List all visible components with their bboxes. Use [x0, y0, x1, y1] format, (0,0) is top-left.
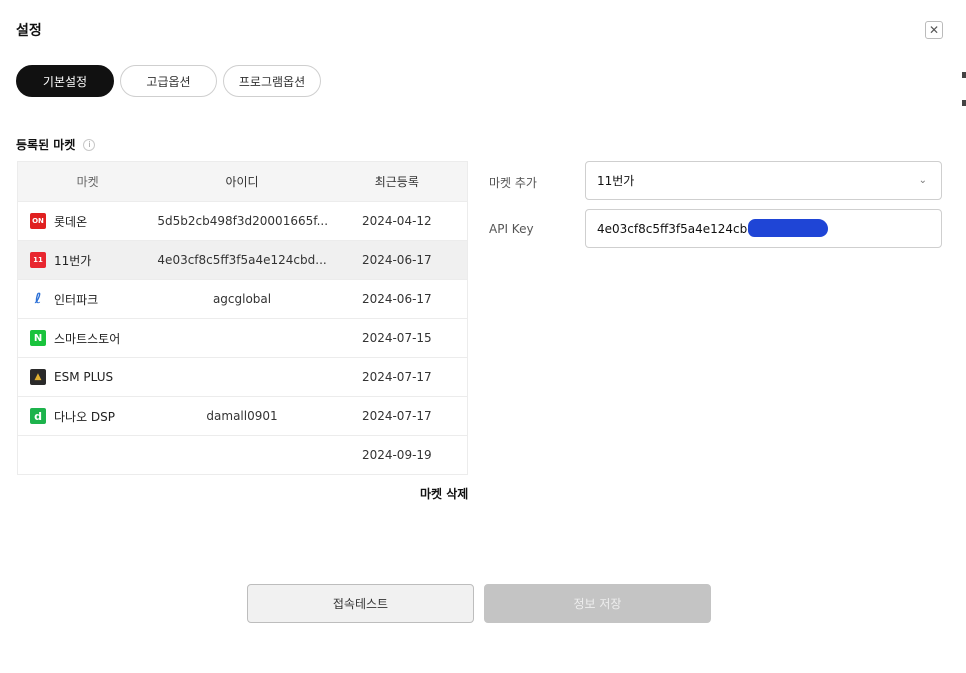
info-icon[interactable]: i [83, 138, 96, 151]
add-market-value: 11번가 [597, 174, 635, 188]
market-name: 다나오 DSP [54, 409, 116, 424]
market-name: ESM PLUS [54, 370, 114, 384]
delete-market-button[interactable]: 마켓 삭제 [420, 485, 468, 502]
chevron-down-icon: ⌄ [918, 175, 927, 186]
danawa-logo-icon: d [30, 408, 46, 424]
table-header: 마켓 아이디 최근등록 [18, 162, 467, 201]
market-id: 4e03cf8c5ff3f5a4e124cbd... [157, 253, 327, 267]
column-header-market: 마켓 [76, 175, 99, 189]
market-date: 2024-04-12 [361, 214, 432, 228]
settings-title: 설정 [16, 23, 42, 39]
add-market-label: 마켓 추가 [489, 176, 537, 190]
redaction-mark [748, 219, 828, 237]
column-header-id: 아이디 [225, 175, 259, 189]
esm-plus-logo-icon: ▲ [30, 369, 46, 385]
market-date: 2024-06-17 [361, 253, 432, 267]
market-id: agcglobal [212, 292, 272, 306]
api-key-label: API Key [489, 222, 534, 236]
11st-logo-icon: 11 [30, 252, 46, 268]
connection-test-button[interactable]: 접속테스트 [247, 584, 474, 623]
market-cell: 11 11번가 [18, 252, 157, 269]
tab-bar: 기본설정 고급옵션 프로그램옵션 [16, 65, 321, 97]
smartstore-logo-icon: N [30, 330, 46, 346]
tab-program-options[interactable]: 프로그램옵션 [223, 65, 321, 97]
section-label-text: 등록된 마켓 [16, 138, 76, 152]
markets-table: 마켓 아이디 최근등록 ON 롯데온 5d5b2cb498f3d20001665… [17, 161, 468, 475]
market-id: 5d5b2cb498f3d20001665f... [157, 214, 327, 228]
tab-advanced-options[interactable]: 고급옵션 [120, 65, 217, 97]
market-name: 인터파크 [54, 292, 99, 307]
table-row[interactable]: 2024-09-19 [18, 435, 467, 474]
market-cell: d 다나오 DSP [18, 408, 157, 425]
interpark-logo-icon: ℓ [34, 291, 42, 307]
table-row[interactable]: ▲ ESM PLUS 2024-07-17 [18, 357, 467, 396]
market-cell: ON 롯데온 [18, 213, 157, 230]
edge-mark [962, 72, 966, 78]
table-row[interactable]: ON 롯데온 5d5b2cb498f3d20001665f... 2024-04… [18, 201, 467, 240]
market-cell: ℓ 인터파크 [18, 291, 157, 308]
table-row[interactable]: 11 11번가 4e03cf8c5ff3f5a4e124cbd... 2024-… [18, 240, 467, 279]
close-icon[interactable]: ✕ [925, 21, 943, 39]
market-date: 2024-09-19 [361, 448, 432, 462]
market-cell: ▲ ESM PLUS [18, 369, 157, 385]
save-info-button[interactable]: 정보 저장 [484, 584, 711, 623]
add-market-select[interactable]: 11번가 ⌄ [585, 161, 942, 200]
table-row[interactable]: N 스마트스토어 2024-07-15 [18, 318, 467, 357]
market-date: 2024-07-17 [361, 370, 432, 384]
market-cell: N 스마트스토어 [18, 330, 157, 347]
market-date: 2024-07-15 [361, 331, 432, 345]
registered-markets-heading: 등록된 마켓 i [16, 136, 96, 153]
market-id: damall0901 [206, 409, 278, 423]
market-name: 스마트스토어 [54, 331, 121, 346]
lotteon-logo-icon: ON [30, 213, 46, 229]
market-name: 11번가 [54, 253, 92, 268]
market-date: 2024-06-17 [361, 292, 432, 306]
edge-mark [962, 100, 966, 106]
tab-basic-settings[interactable]: 기본설정 [16, 65, 114, 97]
market-date: 2024-07-17 [361, 409, 432, 423]
table-row[interactable]: d 다나오 DSP damall0901 2024-07-17 [18, 396, 467, 435]
table-row[interactable]: ℓ 인터파크 agcglobal 2024-06-17 [18, 279, 467, 318]
market-name: 롯데온 [54, 214, 88, 229]
column-header-recent: 최근등록 [374, 175, 419, 189]
